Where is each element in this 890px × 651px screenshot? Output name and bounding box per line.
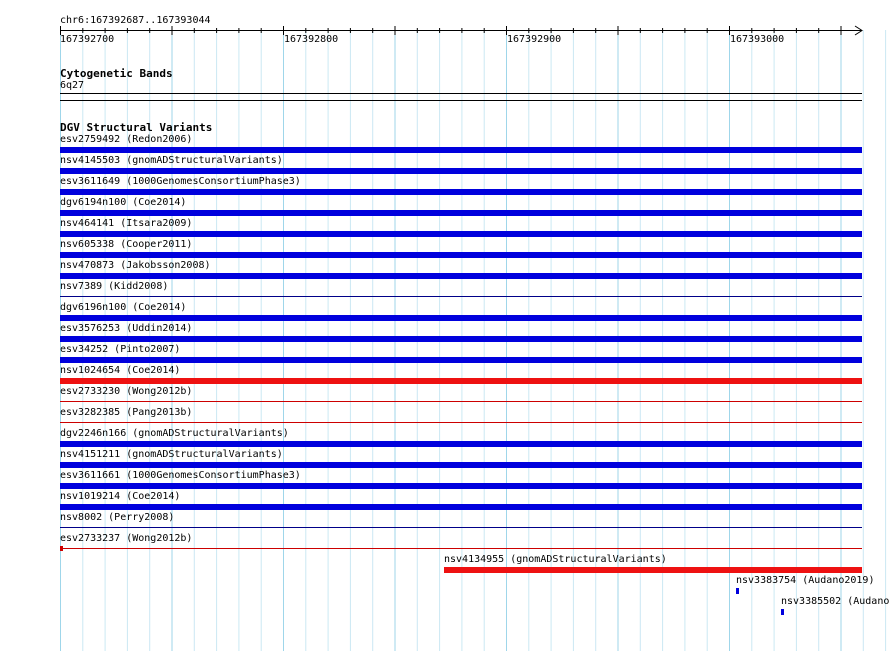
- dgv-feature-bar[interactable]: [736, 588, 739, 594]
- dgv-feature-label[interactable]: nsv7389 (Kidd2008): [60, 281, 168, 293]
- cytoband-bar[interactable]: [60, 93, 862, 94]
- dgv-feature-bar[interactable]: [60, 483, 862, 489]
- dgv-feature-bar[interactable]: [60, 401, 862, 402]
- dgv-feature-bar[interactable]: [60, 462, 862, 468]
- dgv-feature-bar[interactable]: [60, 252, 862, 258]
- dgv-feature-label[interactable]: nsv1019214 (Coe2014): [60, 491, 180, 503]
- dgv-feature-bar[interactable]: [60, 504, 862, 510]
- dgv-track-title: DGV Structural Variants: [60, 121, 213, 134]
- dgv-feature-bar[interactable]: [60, 273, 862, 279]
- dgv-feature-label[interactable]: esv34252 (Pinto2007): [60, 344, 180, 356]
- dgv-feature-label[interactable]: esv2759492 (Redon2006): [60, 134, 192, 146]
- dgv-feature-label[interactable]: esv3282385 (Pang2013b): [60, 407, 192, 419]
- cytoband-track-title: Cytogenetic Bands: [60, 67, 173, 80]
- dgv-feature-bar[interactable]: [781, 609, 784, 615]
- dgv-feature-label[interactable]: dgv6194n100 (Coe2014): [60, 197, 186, 209]
- dgv-feature-bar[interactable]: [60, 296, 862, 297]
- ruler-tick-label: 167392900: [507, 34, 562, 45]
- dgv-feature-bar[interactable]: [60, 357, 862, 363]
- dgv-feature-label[interactable]: esv2733230 (Wong2012b): [60, 386, 192, 398]
- dgv-feature-bar[interactable]: [60, 210, 862, 216]
- dgv-feature-label[interactable]: nsv1024654 (Coe2014): [60, 365, 180, 377]
- dgv-feature-label[interactable]: dgv6196n100 (Coe2014): [60, 302, 186, 314]
- dgv-feature-bar[interactable]: [60, 336, 862, 342]
- dgv-feature-bar[interactable]: [60, 548, 862, 549]
- dgv-feature-bar[interactable]: [60, 231, 862, 237]
- dgv-feature-bar[interactable]: [60, 147, 862, 153]
- dgv-feature-label[interactable]: nsv605338 (Cooper2011): [60, 239, 192, 251]
- dgv-feature-label[interactable]: esv3576253 (Uddin2014): [60, 323, 192, 335]
- dgv-feature-label[interactable]: nsv4151211 (gnomADStructuralVariants): [60, 449, 283, 461]
- ruler-tick-label: 167392700: [60, 34, 115, 45]
- dgv-feature-label[interactable]: esv3611661 (1000GenomesConsortiumPhase3): [60, 470, 301, 482]
- dgv-feature-bar[interactable]: [60, 315, 862, 321]
- dgv-feature-label[interactable]: nsv8002 (Perry2008): [60, 512, 174, 524]
- track-divider: [60, 100, 862, 101]
- dgv-feature-label[interactable]: nsv4145503 (gnomADStructuralVariants): [60, 155, 283, 167]
- dgv-feature-bar[interactable]: [60, 422, 862, 423]
- dgv-feature-label[interactable]: dgv2246n166 (gnomADStructuralVariants): [60, 428, 289, 440]
- dgv-feature-bar[interactable]: [444, 567, 862, 573]
- dgv-feature-bar[interactable]: [60, 527, 862, 528]
- dgv-feature-label[interactable]: nsv470873 (Jakobsson2008): [60, 260, 211, 272]
- dgv-feature-label[interactable]: nsv464141 (Itsara2009): [60, 218, 192, 230]
- dgv-feature-bar[interactable]: [60, 168, 862, 174]
- dgv-feature-label[interactable]: nsv3383754 (Audano2019): [736, 575, 874, 587]
- dgv-feature-label[interactable]: nsv3385502 (Audano2019): [781, 596, 890, 608]
- dgv-feature-bar[interactable]: [60, 441, 862, 447]
- ruler-tick-label: 167393000: [730, 34, 785, 45]
- cytoband-label[interactable]: 6q27: [60, 80, 84, 92]
- dgv-feature-label[interactable]: esv3611649 (1000GenomesConsortiumPhase3): [60, 176, 301, 188]
- dgv-feature-label[interactable]: nsv4134955 (gnomADStructuralVariants): [444, 554, 667, 566]
- dgv-feature-bar[interactable]: [60, 378, 862, 384]
- ruler-tick-label: 167392800: [284, 34, 339, 45]
- genome-browser-panel: chr6:167392687..167393044 167392700 1673…: [0, 0, 890, 651]
- dgv-feature-label[interactable]: esv2733237 (Wong2012b): [60, 533, 192, 545]
- dgv-feature-bar[interactable]: [60, 189, 862, 195]
